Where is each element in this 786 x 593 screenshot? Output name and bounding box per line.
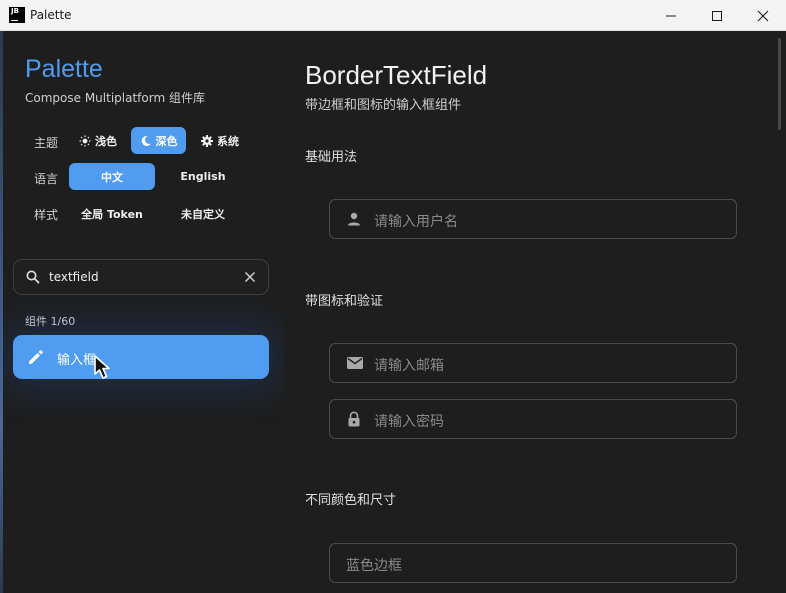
language-chinese-button[interactable]: 中文 bbox=[69, 163, 155, 190]
scrollbar-thumb[interactable] bbox=[778, 38, 781, 130]
theme-system-button[interactable]: 系统 bbox=[192, 127, 248, 154]
minimize-button[interactable] bbox=[648, 0, 694, 31]
mouse-cursor-icon bbox=[94, 355, 110, 379]
search-icon bbox=[26, 270, 40, 284]
password-field[interactable]: 请输入密码 bbox=[329, 399, 737, 439]
username-field[interactable]: 请输入用户名 bbox=[329, 199, 737, 239]
style-global-token-button[interactable]: 全局 Token bbox=[69, 200, 155, 227]
language-label: 语言 bbox=[34, 172, 59, 186]
language-english-button[interactable]: English bbox=[160, 163, 246, 190]
page-subtitle: 带边框和图标的输入框组件 bbox=[305, 98, 462, 113]
title-bar: JB Palette bbox=[0, 0, 786, 31]
window-title: Palette bbox=[30, 8, 72, 22]
gear-icon bbox=[201, 134, 213, 147]
clear-search-icon[interactable] bbox=[243, 270, 257, 284]
maximize-button[interactable] bbox=[694, 0, 740, 31]
component-count: 组件 1/60 bbox=[25, 315, 76, 328]
minimize-icon bbox=[666, 15, 676, 16]
sidebar bbox=[0, 31, 285, 593]
sidebar-subtitle: Compose Multiplatform 组件库 bbox=[25, 91, 205, 105]
lock-icon bbox=[348, 411, 360, 427]
sidebar-title: Palette bbox=[25, 55, 103, 83]
app-logo-icon: JB bbox=[9, 7, 25, 23]
search-input[interactable]: textfield bbox=[13, 259, 269, 295]
pencil-icon bbox=[29, 350, 43, 364]
section-title-validation: 带图标和验证 bbox=[305, 294, 384, 309]
main-content bbox=[285, 31, 786, 593]
page-title: BorderTextField bbox=[305, 60, 488, 90]
blue-border-field[interactable]: 蓝色边框 bbox=[329, 543, 737, 583]
sidebar-item-label: 输入框 bbox=[57, 353, 97, 368]
mail-icon bbox=[347, 357, 363, 369]
sidebar-item-textfield[interactable]: 输入框 bbox=[13, 335, 269, 379]
style-not-customized-button[interactable]: 未自定义 bbox=[160, 200, 246, 227]
close-button[interactable] bbox=[740, 0, 786, 31]
section-title-colors: 不同颜色和尺寸 bbox=[305, 493, 397, 508]
email-field[interactable]: 请输入邮箱 bbox=[329, 343, 737, 383]
sun-icon bbox=[79, 135, 91, 146]
theme-light-button[interactable]: 浅色 bbox=[70, 127, 126, 154]
close-icon bbox=[757, 10, 769, 21]
window-edge bbox=[0, 31, 3, 593]
theme-dark-button[interactable]: 深色 bbox=[131, 127, 186, 154]
theme-label: 主题 bbox=[34, 136, 59, 150]
section-title-basic: 基础用法 bbox=[305, 150, 358, 165]
person-icon bbox=[348, 212, 360, 226]
style-label: 样式 bbox=[34, 208, 59, 222]
search-value: textfield bbox=[49, 270, 99, 284]
moon-icon bbox=[141, 135, 151, 146]
maximize-icon bbox=[712, 10, 722, 21]
